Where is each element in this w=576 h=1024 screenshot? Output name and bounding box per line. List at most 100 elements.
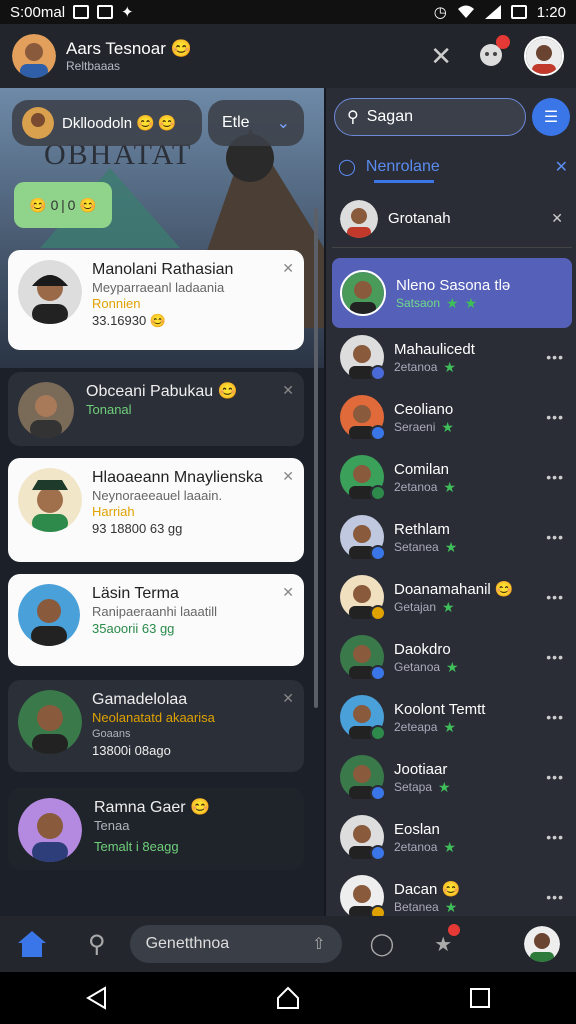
contact-status: 2etanoa	[394, 839, 438, 854]
me-avatar[interactable]	[524, 926, 560, 962]
contact-status: Setanea	[394, 539, 439, 554]
status-badge	[370, 905, 386, 916]
signal-icon	[484, 5, 501, 19]
refresh-icon[interactable]: ◯	[370, 931, 395, 957]
contact-avatar	[340, 635, 386, 681]
contact-status: Getajan	[394, 599, 437, 614]
contact-item[interactable]: Dacan 😊 Betanea ★ •••	[332, 868, 572, 916]
chat-card[interactable]: Gamadelolaa Neolanatatd akaarisa Goaans …	[8, 680, 304, 772]
contact-item[interactable]: Koolont Temtt 2eteapa ★ •••	[332, 688, 572, 746]
search-input: Sagan	[366, 108, 413, 125]
contact-item[interactable]: Ceoliano Seraeni ★ •••	[332, 388, 572, 446]
contact-name: Ceoliano	[394, 400, 454, 418]
back-icon[interactable]	[85, 986, 107, 1010]
account-avatar[interactable]	[524, 36, 564, 76]
chat-avatar	[18, 382, 74, 438]
contact-item-active[interactable]: Nleno Sasona tlə Satsaon ★ ★	[332, 258, 572, 328]
contact-item[interactable]: Daokdro Getanoa ★ •••	[332, 628, 572, 686]
chat-avatar	[18, 584, 80, 646]
chat-preview: Neolanatatd akaarisa	[92, 710, 215, 725]
close-tab-icon[interactable]: ✕	[555, 157, 568, 177]
contact-item[interactable]: Rethlam Setanea ★ •••	[332, 508, 572, 566]
pin-icon[interactable]: ✕	[282, 260, 294, 277]
recents-icon[interactable]	[469, 987, 491, 1009]
status-badge	[370, 665, 386, 681]
chat-icon[interactable]: ★	[434, 923, 461, 957]
chat-tag: Harriah	[92, 504, 135, 519]
chat-avatar	[18, 260, 82, 324]
chat-time: Temalt i 8eagg	[94, 839, 179, 854]
search-field[interactable]: ⚲ Sagan	[334, 98, 526, 136]
home-nav-icon[interactable]	[276, 986, 300, 1010]
scrollbar[interactable]	[314, 208, 318, 708]
contact-status: Getanoa	[394, 659, 441, 674]
message-bubble[interactable]: 😊 0 | 0 😊	[14, 182, 112, 228]
tab-nenrolane[interactable]: ◯ Nenrolane ✕	[338, 150, 568, 184]
notifications-button[interactable]	[478, 34, 510, 72]
contact-status: Betanea	[394, 899, 439, 914]
chat-avatar	[18, 798, 82, 862]
more-icon[interactable]: •••	[546, 769, 564, 785]
contact-name: Doanamahanil 😊	[394, 580, 514, 598]
bottom-search[interactable]: Genetthnoa ⇧	[129, 925, 342, 963]
profile-pill[interactable]: Dklloodoln 😊 😊	[12, 100, 202, 146]
chat-card[interactable]: Obceani Pabukau 😊 Tonanal ✕	[8, 372, 304, 446]
clock-icon: ◯	[338, 159, 356, 176]
pinned-contact[interactable]: Grotanah ✕	[332, 190, 572, 248]
star-icon: ★	[443, 718, 456, 735]
filter-dropdown[interactable]: Etle ⌄	[208, 100, 304, 146]
status-badge	[370, 785, 386, 801]
filter-button[interactable]: ☰	[532, 98, 570, 136]
pin-icon[interactable]: ✕	[282, 382, 294, 399]
contact-item[interactable]: Comilan 2etanoa ★ •••	[332, 448, 572, 506]
contact-avatar	[340, 575, 386, 621]
more-icon[interactable]: •••	[546, 409, 564, 425]
chat-name: Obceani Pabukau 😊	[86, 383, 238, 400]
profile-avatar[interactable]	[12, 34, 56, 78]
notification-badge	[496, 34, 510, 49]
more-icon[interactable]: •••	[546, 649, 564, 665]
chat-preview: Ranipaeraanhi laaatill	[92, 604, 218, 619]
contact-avatar	[340, 515, 386, 561]
status-clock: 1:20	[536, 3, 566, 21]
more-icon[interactable]: •••	[546, 589, 564, 605]
pin-icon[interactable]: ✕	[282, 468, 294, 485]
star-icon: ★	[441, 418, 454, 435]
home-icon[interactable]	[16, 929, 48, 959]
status-badge	[370, 725, 386, 741]
contact-status: Seraeni	[394, 419, 436, 434]
contact-item[interactable]: Jootiaar Setapa ★ •••	[332, 748, 572, 806]
more-icon[interactable]: •••	[546, 469, 564, 485]
more-icon[interactable]: •••	[546, 529, 564, 545]
contact-item[interactable]: Mahaulicedt 2etanoa ★ •••	[332, 328, 572, 386]
chat-card[interactable]: Ramna Gaer 😊 Tenaa Temalt i 8eagg	[8, 788, 304, 870]
more-icon[interactable]: •••	[546, 889, 564, 905]
filter-label: Etle	[222, 114, 250, 131]
close-icon[interactable]: ✕	[430, 41, 452, 72]
pin-icon[interactable]: ✕	[282, 584, 294, 601]
chat-card[interactable]: Hlaoaeann Mnaylienska Neynoraeeauel laaa…	[8, 458, 304, 562]
pin-icon[interactable]: ✕	[282, 690, 294, 707]
star-icon: ★	[444, 898, 458, 915]
contact-item[interactable]: Doanamahanil 😊 Getajan ★ •••	[332, 568, 572, 626]
status-badge	[370, 605, 386, 621]
chevron-down-icon: ⌄	[276, 115, 290, 132]
chat-badge	[448, 923, 461, 936]
tab-indicator	[374, 180, 434, 183]
more-icon[interactable]: •••	[546, 349, 564, 365]
chat-card[interactable]: Manolani Rathasian Meyparraeanl ladaania…	[8, 250, 304, 350]
search-icon[interactable]: ⚲	[88, 930, 106, 959]
more-icon[interactable]: •••	[546, 829, 564, 845]
app-header: Aars Tesnoar 😊 Reltbaaas ✕	[0, 24, 576, 88]
gallery-icon	[97, 5, 114, 19]
battery-icon	[510, 5, 527, 19]
star-icon: ★	[443, 358, 456, 375]
pin-icon[interactable]: ✕	[551, 210, 564, 227]
more-icon[interactable]: •••	[546, 709, 564, 725]
contact-item[interactable]: Eoslan 2etanoa ★ •••	[332, 808, 572, 866]
upload-icon: ✦	[121, 4, 134, 21]
bottom-search-label: Genetthnoa	[145, 935, 230, 952]
chat-time: 13800i 08ago	[92, 743, 171, 758]
chat-card[interactable]: Läsin Terma Ranipaeraanhi laaatill 35aoo…	[8, 574, 304, 666]
status-badge	[370, 545, 386, 561]
